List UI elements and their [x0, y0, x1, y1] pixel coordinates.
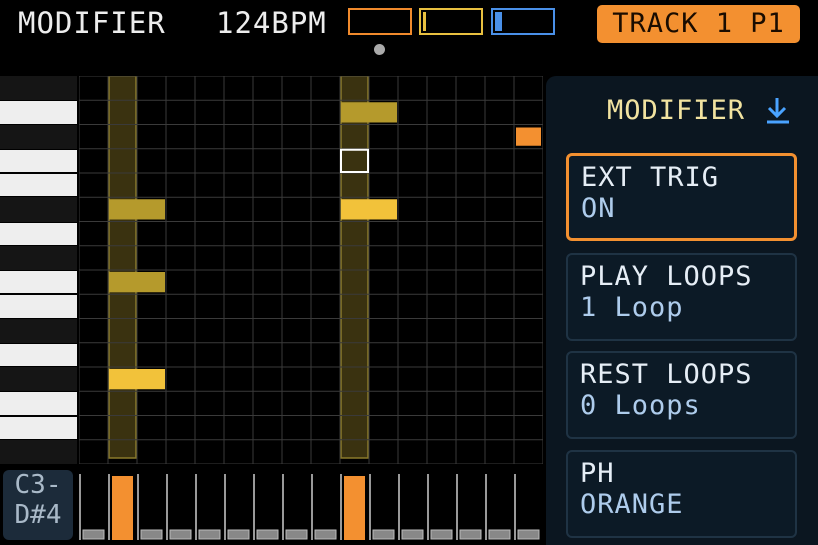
step-bar-idle — [140, 529, 163, 540]
highlighted-step-column — [108, 76, 137, 459]
step-bar[interactable] — [166, 474, 192, 540]
step-bar[interactable] — [311, 474, 337, 540]
param-value: 1 Loop — [580, 292, 684, 323]
piano-black-key[interactable] — [0, 318, 77, 343]
step-bar-row[interactable] — [79, 464, 543, 545]
step-bar[interactable] — [137, 474, 163, 540]
param-name: PH — [580, 458, 615, 489]
note-block — [341, 199, 397, 220]
highlighted-step-column — [340, 76, 369, 459]
piano-white-key[interactable] — [0, 271, 77, 294]
param-value: ORANGE — [580, 489, 684, 520]
piano-white-key[interactable] — [0, 416, 77, 439]
level-meter-fill — [423, 12, 426, 31]
sequencer-grid[interactable] — [79, 76, 543, 464]
step-bar[interactable] — [253, 474, 279, 540]
piano-white-key[interactable] — [0, 295, 77, 318]
step-bar-idle — [285, 529, 308, 540]
step-bar-idle — [430, 529, 453, 540]
step-bar[interactable] — [485, 474, 511, 540]
level-meter-fill — [495, 12, 502, 31]
note-block — [109, 272, 165, 293]
note-block — [109, 199, 165, 220]
param-value: ON — [581, 193, 616, 224]
level-meter-2 — [419, 8, 483, 35]
piano-white-key[interactable] — [0, 101, 77, 124]
param-name: REST LOOPS — [580, 359, 753, 390]
panel-title: MODIFIER — [607, 95, 746, 126]
level-meter-3 — [491, 8, 555, 35]
step-bar-idle — [488, 529, 511, 540]
step-bar[interactable] — [369, 474, 395, 540]
step-bar-idle — [227, 529, 250, 540]
step-bar-idle — [401, 529, 424, 540]
step-bar[interactable] — [224, 474, 250, 540]
piano-white-key[interactable] — [0, 174, 77, 197]
piano-black-key[interactable] — [0, 439, 77, 464]
piano-white-key[interactable] — [0, 222, 77, 245]
step-bar[interactable] — [427, 474, 453, 540]
param-name: EXT TRIG — [581, 162, 720, 193]
param-ph[interactable]: PH ORANGE — [566, 450, 797, 538]
step-bar[interactable] — [514, 474, 540, 540]
bpm-readout[interactable]: 124BPM — [216, 5, 327, 41]
note-block — [109, 369, 165, 390]
piano-white-key[interactable] — [0, 343, 77, 366]
step-bar[interactable] — [340, 474, 365, 540]
range-high: D#4 — [14, 500, 62, 530]
note-range-label[interactable]: C3- D#4 — [3, 470, 73, 540]
param-name: PLAY LOOPS — [580, 261, 753, 292]
param-ext-trig[interactable]: EXT TRIG ON — [566, 153, 797, 241]
download-arrow-icon[interactable] — [765, 95, 791, 125]
step-bar-idle — [256, 529, 279, 540]
piano-black-key[interactable] — [0, 367, 77, 392]
page-indicator-dot — [374, 44, 385, 55]
piano-black-key[interactable] — [0, 76, 77, 101]
step-bar-active — [344, 476, 365, 540]
piano-black-key[interactable] — [0, 124, 77, 149]
step-bar-idle — [517, 529, 540, 540]
step-bar[interactable] — [456, 474, 482, 540]
track-badge[interactable]: TRACK 1 P1 — [597, 5, 800, 43]
note-grid-canvas[interactable] — [79, 76, 543, 464]
page-title: MODIFIER — [18, 6, 166, 40]
step-bar[interactable] — [282, 474, 308, 540]
step-bar[interactable] — [195, 474, 221, 540]
step-bar[interactable] — [108, 474, 133, 540]
step-bar[interactable] — [79, 474, 105, 540]
note-block — [341, 102, 397, 123]
range-low: C3- — [14, 470, 62, 500]
param-play-loops[interactable]: PLAY LOOPS 1 Loop — [566, 253, 797, 341]
loop-marker — [516, 127, 541, 146]
piano-black-key[interactable] — [0, 197, 77, 222]
param-value: 0 Loops — [580, 390, 701, 421]
step-bar-idle — [82, 529, 105, 540]
step-bar-idle — [198, 529, 221, 540]
step-bar-idle — [372, 529, 395, 540]
step-bar-idle — [169, 529, 192, 540]
param-rest-loops[interactable]: REST LOOPS 0 Loops — [566, 351, 797, 439]
step-bar[interactable] — [398, 474, 424, 540]
step-bar-active — [112, 476, 133, 540]
step-bar-idle — [314, 529, 337, 540]
level-meter-1 — [348, 8, 412, 35]
piano-black-key[interactable] — [0, 245, 77, 270]
piano-white-key[interactable] — [0, 392, 77, 415]
step-bar-idle — [459, 529, 482, 540]
piano-white-key[interactable] — [0, 149, 77, 172]
